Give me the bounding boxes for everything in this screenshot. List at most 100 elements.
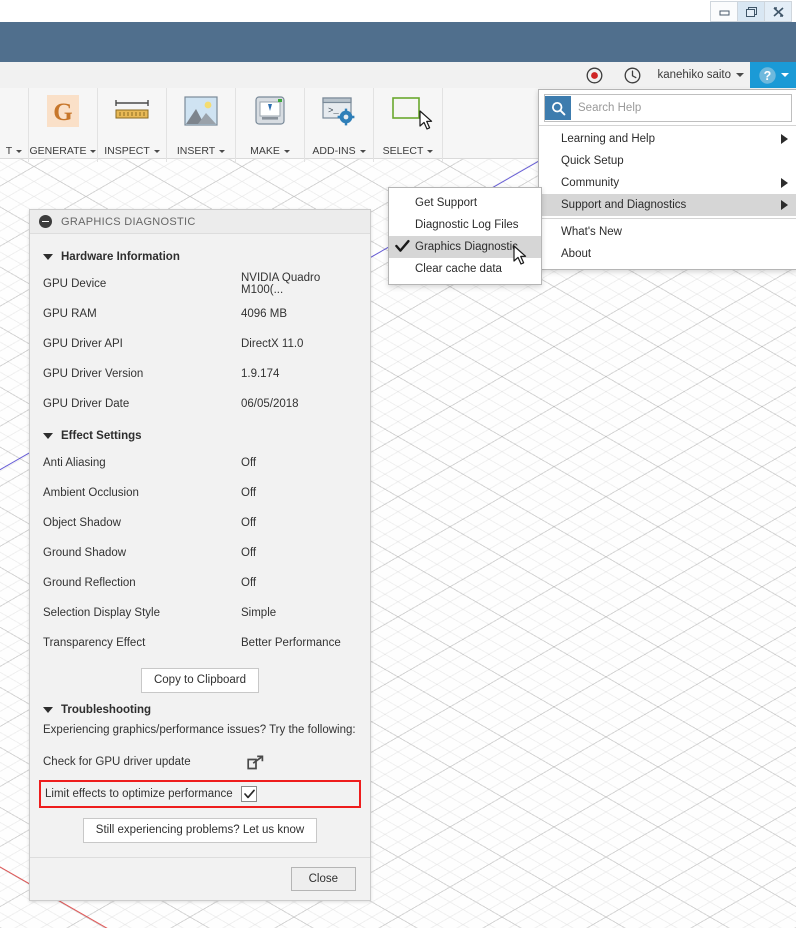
row-key: GPU Driver Date xyxy=(43,398,130,410)
row-value: Off xyxy=(241,457,257,469)
menu-item-quick-setup[interactable]: Quick Setup xyxy=(539,150,796,172)
menu-item-label: About xyxy=(561,248,592,260)
section-title: Troubleshooting xyxy=(61,703,152,716)
close-panel-button[interactable]: Close xyxy=(290,867,356,891)
submenu-arrow-icon xyxy=(781,134,788,144)
ruler-icon xyxy=(111,94,153,128)
application-window: kanehiko saito ? T G GENERATE INSPECT IN… xyxy=(0,0,796,928)
row-key: GPU Driver Version xyxy=(43,368,144,380)
let-us-know-button[interactable]: Still experiencing problems? Let us know xyxy=(82,818,318,843)
generate-g-icon: G xyxy=(42,94,84,128)
submenu-item-label: Clear cache data xyxy=(415,263,502,275)
help-search-box[interactable] xyxy=(544,94,792,122)
svg-text:G: G xyxy=(53,99,72,126)
menu-item-support-and-diagnostics[interactable]: Support and Diagnostics xyxy=(539,194,796,216)
toolbar-item-label: MAKE xyxy=(236,145,304,157)
menu-divider xyxy=(539,218,796,219)
copy-to-clipboard-button[interactable]: Copy to Clipboard xyxy=(140,668,260,693)
submenu-item-get-support[interactable]: Get Support xyxy=(389,192,541,214)
row-key: GPU Driver API xyxy=(43,338,123,350)
external-link-icon[interactable] xyxy=(241,755,269,770)
menu-item-learning-and-help[interactable]: Learning and Help xyxy=(539,128,796,150)
restore-button[interactable] xyxy=(738,1,765,22)
troubleshooting-note: Experiencing graphics/performance issues… xyxy=(43,723,356,736)
check-driver-update-label: Check for GPU driver update xyxy=(43,756,191,769)
toolbar-item-label: SELECT xyxy=(374,145,442,157)
search-icon[interactable] xyxy=(545,96,571,120)
row-value: Simple xyxy=(241,607,277,619)
toolbar-item-label: T xyxy=(0,145,28,157)
triangle-down-icon xyxy=(43,433,53,439)
collapse-icon[interactable] xyxy=(39,215,52,228)
menu-item-label: What's New xyxy=(561,226,622,238)
submenu-item-clear-cache-data[interactable]: Clear cache data xyxy=(389,258,541,280)
close-icon xyxy=(772,6,784,17)
toolbar-item-insert[interactable]: INSERT xyxy=(167,88,236,162)
chevron-down-icon xyxy=(780,73,789,77)
table-row: GPU Device NVIDIA Quadro M100(... xyxy=(43,269,357,299)
submenu-arrow-icon xyxy=(781,200,788,210)
window-controls xyxy=(710,1,792,22)
close-button[interactable] xyxy=(765,1,792,22)
toolbar-item-label: ADD-INS xyxy=(305,145,373,157)
help-menu-button[interactable]: ? xyxy=(750,62,796,88)
toolbar-item-inspect[interactable]: INSPECT xyxy=(98,88,167,162)
submenu-item-label: Diagnostic Log Files xyxy=(415,219,519,231)
graphics-diagnostic-panel: GRAPHICS DIAGNOSTIC Hardware Information… xyxy=(29,209,371,901)
submenu-item-diagnostic-log-files[interactable]: Diagnostic Log Files xyxy=(389,214,541,236)
section-troubleshooting[interactable]: Troubleshooting xyxy=(43,704,357,716)
toolbar-item-make[interactable]: MAKE xyxy=(236,88,305,162)
menu-item-label: Support and Diagnostics xyxy=(561,199,687,211)
table-row: Ground Shadow Off xyxy=(43,538,357,568)
panel-footer: Close xyxy=(30,857,370,900)
restore-icon xyxy=(745,6,757,17)
limit-effects-checkbox[interactable] xyxy=(241,786,257,803)
row-key: Ground Shadow xyxy=(43,547,127,559)
toolbar-item-select[interactable]: SELECT xyxy=(374,88,443,162)
toolbar-item-add-ins[interactable]: >_ ADD-INS xyxy=(305,88,374,162)
history-button[interactable] xyxy=(619,62,645,88)
account-bar: kanehiko saito ? xyxy=(0,62,796,89)
section-title: Effect Settings xyxy=(61,430,142,442)
table-row: Transparency Effect Better Performance xyxy=(43,628,357,658)
image-icon xyxy=(180,94,222,128)
record-button[interactable] xyxy=(581,62,607,88)
search-input[interactable] xyxy=(571,101,791,115)
row-value: 06/05/2018 xyxy=(241,398,299,410)
menu-item-about[interactable]: About xyxy=(539,243,796,265)
toolbar-item-label: INSPECT xyxy=(98,145,166,157)
menu-divider xyxy=(539,125,796,126)
minimize-icon xyxy=(719,10,729,16)
section-hardware-information[interactable]: Hardware Information xyxy=(43,251,357,263)
support-diagnostics-submenu: Get Support Diagnostic Log Files Graphic… xyxy=(388,187,542,285)
title-bar xyxy=(0,0,796,22)
question-mark-icon: ? xyxy=(758,66,776,84)
submenu-arrow-icon xyxy=(781,178,788,188)
panel-body: Hardware Information GPU Device NVIDIA Q… xyxy=(30,234,370,857)
row-key: Ambient Occlusion xyxy=(43,487,139,499)
row-key: Transparency Effect xyxy=(43,637,146,649)
toolbar-item-truncated[interactable]: T xyxy=(0,88,29,162)
row-value: Better Performance xyxy=(241,637,341,649)
toolbar-item-generate[interactable]: G GENERATE xyxy=(29,88,98,162)
table-row: GPU RAM 4096 MB xyxy=(43,299,357,329)
feedback-button-row: Still experiencing problems? Let us know xyxy=(43,818,357,843)
table-row: GPU Driver Version 1.9.174 xyxy=(43,359,357,389)
row-value: 4096 MB xyxy=(241,308,288,320)
copy-button-row: Copy to Clipboard xyxy=(43,668,357,693)
section-effect-settings[interactable]: Effect Settings xyxy=(43,430,357,442)
menu-item-label: Quick Setup xyxy=(561,155,624,167)
check-driver-update-row[interactable]: Check for GPU driver update xyxy=(43,748,357,776)
user-menu[interactable]: kanehiko saito xyxy=(651,69,750,81)
triangle-down-icon xyxy=(43,706,53,713)
menu-item-community[interactable]: Community xyxy=(539,172,796,194)
submenu-item-graphics-diagnostic[interactable]: Graphics Diagnostic xyxy=(389,236,541,258)
limit-effects-highlight: Limit effects to optimize performance xyxy=(39,780,361,809)
section-title: Hardware Information xyxy=(61,251,180,263)
menu-item-whats-new[interactable]: What's New xyxy=(539,221,796,243)
row-value: DirectX 11.0 xyxy=(241,338,304,350)
row-value: Off xyxy=(241,577,257,589)
minimize-button[interactable] xyxy=(710,1,738,22)
user-name-label: kanehiko saito xyxy=(657,69,731,81)
row-value: 1.9.174 xyxy=(241,368,280,380)
